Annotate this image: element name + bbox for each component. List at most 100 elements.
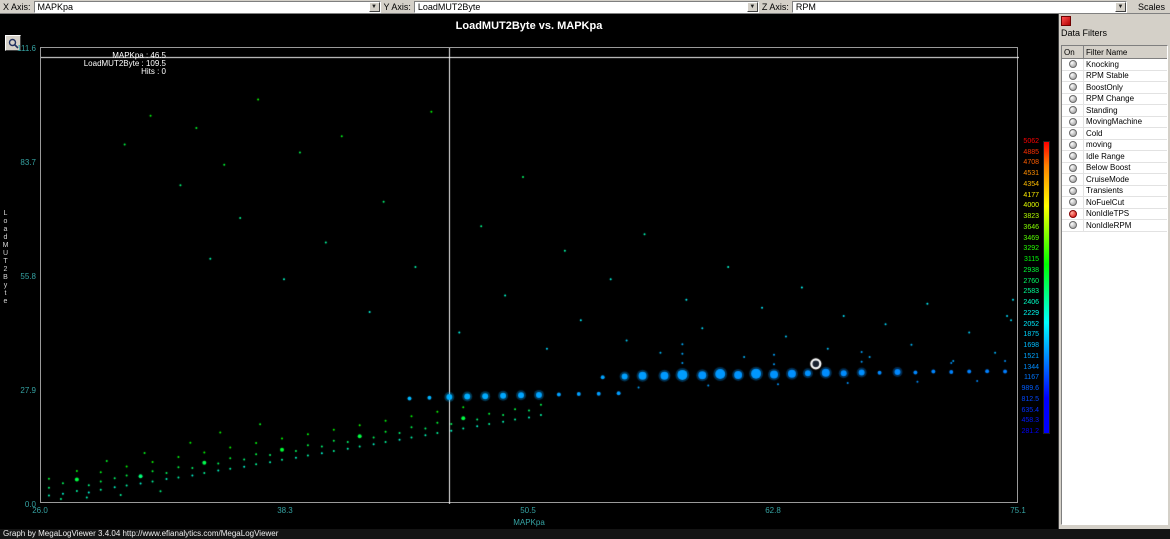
filter-led-icon[interactable] [1068, 106, 1077, 115]
filter-led-icon[interactable] [1068, 140, 1077, 149]
plot-area[interactable] [40, 47, 1019, 504]
filter-row[interactable]: moving [1062, 139, 1167, 151]
filter-led-icon[interactable] [1068, 209, 1077, 218]
filter-row[interactable]: NonIdleTPS [1062, 208, 1167, 220]
rpm-color-scale-bar [1043, 141, 1050, 434]
filter-led-icon[interactable] [1068, 129, 1077, 138]
filter-row[interactable]: Idle Range [1062, 151, 1167, 163]
filter-on-cell[interactable] [1062, 220, 1084, 231]
filter-row[interactable]: Knocking [1062, 59, 1167, 71]
chart-title: LoadMUT2Byte vs. MAPKpa [455, 20, 603, 32]
filter-on-cell[interactable] [1062, 139, 1084, 150]
x-axis-title: MAPKpa [513, 518, 545, 527]
rpm-scale-value: 989.6 [1021, 385, 1039, 393]
x-axis-select[interactable]: MAPKpa ▼ [33, 0, 381, 13]
filter-led-icon[interactable] [1068, 117, 1077, 126]
filter-led-icon[interactable] [1068, 198, 1077, 207]
filter-on-cell[interactable] [1062, 128, 1084, 139]
x-tick-label: 75.1 [1010, 506, 1026, 515]
z-axis-select[interactable]: RPM ▼ [791, 0, 1127, 13]
filter-name-label: NoFuelCut [1086, 197, 1125, 207]
filter-on-cell[interactable] [1062, 151, 1084, 162]
x-tick-label: 62.8 [765, 506, 781, 515]
filter-led-icon[interactable] [1068, 175, 1077, 184]
rpm-scale-value: 1521 [1023, 352, 1039, 360]
y-axis-select[interactable]: LoadMUT2Byte ▼ [413, 0, 759, 13]
scales-button[interactable]: Scales [1133, 2, 1170, 12]
filter-name-label: Transients [1086, 186, 1124, 196]
filter-name-label: CruiseMode [1086, 174, 1130, 184]
data-filters-panel: Data Filters On Filter Name Knocking RPM … [1058, 14, 1170, 529]
filter-on-cell[interactable] [1062, 174, 1084, 185]
y-axis-dropdown-arrow-icon[interactable]: ▼ [746, 1, 758, 12]
rpm-scale-value: 2229 [1023, 309, 1039, 317]
filter-led-icon[interactable] [1068, 186, 1077, 195]
filter-row[interactable]: NoFuelCut [1062, 197, 1167, 209]
filter-on-cell[interactable] [1062, 82, 1084, 93]
y-tick-label: 83.7 [20, 158, 36, 167]
filter-name-label: NonIdleTPS [1086, 209, 1130, 219]
crosshair-tooltip: MAPKpa : 46.5 LoadMUT2Byte : 109.5 Hits … [36, 52, 166, 76]
y-axis-ticks: 0.0 27.9 55.8 83.7 111.6 [4, 44, 38, 509]
filter-led-icon[interactable] [1068, 221, 1077, 230]
filter-row[interactable]: BoostOnly [1062, 82, 1167, 94]
filter-name-label: Standing [1086, 105, 1118, 115]
rpm-scale-value: 1698 [1023, 342, 1039, 350]
rpm-scale-value: 4177 [1023, 191, 1039, 199]
filter-row[interactable]: CruiseMode [1062, 174, 1167, 186]
filter-led-icon[interactable] [1068, 83, 1077, 92]
filter-row[interactable]: RPM Stable [1062, 70, 1167, 82]
filter-name-label: Below Boost [1086, 163, 1131, 173]
filter-on-cell[interactable] [1062, 162, 1084, 173]
rpm-scale-value: 4531 [1023, 170, 1039, 178]
filter-on-cell[interactable] [1062, 116, 1084, 127]
filter-on-cell[interactable] [1062, 105, 1084, 116]
x-axis-ticks: 26.0 38.3 50.5 62.8 75.1 [32, 506, 1026, 516]
filter-led-icon[interactable] [1068, 60, 1077, 69]
filter-row[interactable]: RPM Change [1062, 93, 1167, 105]
tooltip-hits-value: Hits : 0 [141, 67, 166, 76]
filter-on-cell[interactable] [1062, 59, 1084, 70]
filter-row[interactable]: Standing [1062, 105, 1167, 117]
filter-row[interactable]: Cold [1062, 128, 1167, 140]
chart-panel: LoadMUT2Byte vs. MAPKpa L o a d M U T 2 … [0, 14, 1058, 529]
data-filters-table-header: On Filter Name [1062, 46, 1167, 59]
filter-led-icon[interactable] [1068, 71, 1077, 80]
rpm-scale-value: 458.3 [1021, 417, 1039, 425]
y-tick-label: 27.9 [20, 386, 36, 395]
filter-name-label: MovingMachine [1086, 117, 1143, 127]
filter-led-icon[interactable] [1068, 152, 1077, 161]
z-axis-label: Z Axis: [761, 1, 789, 12]
rpm-scale-value: 281.2 [1021, 428, 1039, 435]
column-header-filter-name: Filter Name [1086, 47, 1128, 57]
megalogviewer-window: X Axis: MAPKpa ▼ Y Axis: LoadMUT2Byte ▼ … [0, 0, 1170, 539]
filter-on-cell[interactable] [1062, 70, 1084, 81]
filter-row[interactable]: MovingMachine [1062, 116, 1167, 128]
rpm-scale-value: 2938 [1023, 266, 1039, 274]
filter-row[interactable]: NonIdleRPM [1062, 220, 1167, 232]
filter-on-cell[interactable] [1062, 93, 1084, 104]
x-axis-dropdown-arrow-icon[interactable]: ▼ [368, 1, 380, 12]
axis-toolbar: X Axis: MAPKpa ▼ Y Axis: LoadMUT2Byte ▼ … [0, 0, 1170, 14]
filter-on-cell[interactable] [1062, 208, 1084, 219]
x-axis-value: MAPKpa [37, 1, 74, 12]
rpm-scale-value: 1875 [1023, 331, 1039, 339]
filter-name-label: moving [1086, 140, 1112, 150]
filter-row[interactable]: Transients [1062, 185, 1167, 197]
data-filters-rows: Knocking RPM Stable BoostOnly RPM Change Sta… [1062, 59, 1167, 232]
x-tick-label: 38.3 [277, 506, 293, 515]
data-filters-icon[interactable] [1061, 16, 1071, 26]
filter-led-icon[interactable] [1068, 163, 1077, 172]
z-axis-dropdown-arrow-icon[interactable]: ▼ [1114, 1, 1126, 12]
filter-name-label: Idle Range [1086, 151, 1125, 161]
rpm-scale-value: 2760 [1023, 277, 1039, 285]
filter-on-cell[interactable] [1062, 197, 1084, 208]
rpm-scale-value: 1167 [1023, 374, 1039, 382]
filter-led-icon[interactable] [1068, 94, 1077, 103]
filter-on-cell[interactable] [1062, 185, 1084, 196]
filter-name-label: RPM Change [1086, 94, 1135, 104]
rpm-scale-value: 3292 [1023, 245, 1039, 253]
plot-canvas[interactable] [41, 48, 1019, 504]
filter-row[interactable]: Below Boost [1062, 162, 1167, 174]
rpm-scale-value: 3469 [1023, 234, 1039, 242]
